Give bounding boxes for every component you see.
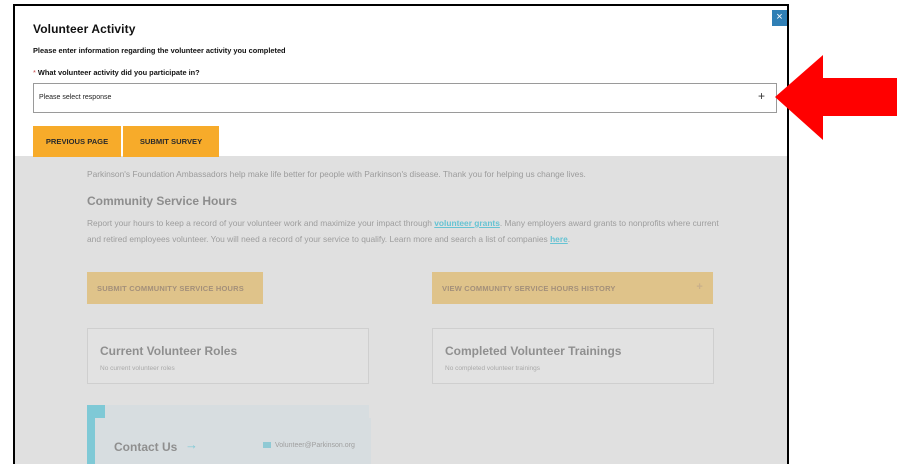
volunteer-grants-link[interactable]: volunteer grants [434, 218, 500, 228]
contact-us-link[interactable]: Contact Us [114, 440, 177, 454]
submit-survey-button[interactable]: SUBMIT SURVEY [123, 126, 219, 157]
required-marker: * [33, 68, 36, 77]
contact-email-text: Volunteer@Parkinson.org [275, 442, 355, 449]
view-community-service-hours-history-button[interactable]: VIEW COMMUNITY SERVICE HOURS HISTORY + [432, 272, 713, 304]
activity-select[interactable]: Please select response + [33, 83, 777, 113]
completed-volunteer-trainings-card: Completed Volunteer Trainings No complet… [432, 328, 714, 384]
modal-title: Volunteer Activity [33, 22, 136, 36]
contact-card-body: Contact Us → Volunteer@Parkinson.org [95, 418, 371, 464]
description-part-3: . [567, 234, 571, 244]
plus-icon: + [757, 89, 765, 103]
activity-select-value: Please select response [39, 94, 112, 101]
activity-question-label: * What volunteer activity did you partici… [33, 68, 200, 77]
arrow-right-icon: → [185, 437, 198, 452]
current-volunteer-roles-card: Current Volunteer Roles No current volun… [87, 328, 369, 384]
red-annotation-arrow-icon [775, 55, 897, 140]
community-service-title: Community Service Hours [87, 194, 238, 208]
submit-survey-label: SUBMIT SURVEY [139, 137, 203, 146]
submit-community-service-hours-button[interactable]: SUBMIT COMMUNITY SERVICE HOURS [87, 272, 263, 304]
view-history-label: VIEW COMMUNITY SERVICE HOURS HISTORY [442, 283, 616, 293]
completed-trainings-empty-text: No completed volunteer trainings [445, 365, 541, 372]
submit-hours-label: SUBMIT COMMUNITY SERVICE HOURS [97, 283, 244, 293]
companies-here-link[interactable]: here [550, 234, 568, 244]
previous-page-label: PREVIOUS PAGE [45, 137, 109, 146]
plus-icon: + [696, 281, 703, 293]
previous-page-button[interactable]: PREVIOUS PAGE [33, 126, 121, 157]
contact-us-card: Contact Us → Volunteer@Parkinson.org [87, 405, 371, 464]
current-roles-empty-text: No current volunteer roles [100, 365, 175, 372]
contact-email-link[interactable]: Volunteer@Parkinson.org [263, 442, 355, 449]
current-roles-title: Current Volunteer Roles [100, 344, 238, 358]
completed-trainings-title: Completed Volunteer Trainings [445, 344, 622, 358]
mail-icon [263, 442, 271, 449]
volunteer-activity-modal: Volunteer Activity Please enter informat… [15, 6, 787, 157]
community-service-description: Report your hours to keep a record of yo… [87, 215, 727, 247]
intro-text: Parkinson's Foundation Ambassadors help … [87, 169, 586, 179]
modal-subtitle: Please enter information regarding the v… [33, 46, 286, 55]
activity-question-text: What volunteer activity did you particip… [37, 68, 200, 77]
arrow-shape [775, 55, 897, 140]
description-part-1: Report your hours to keep a record of yo… [87, 218, 435, 228]
close-icon[interactable]: × [772, 10, 787, 26]
